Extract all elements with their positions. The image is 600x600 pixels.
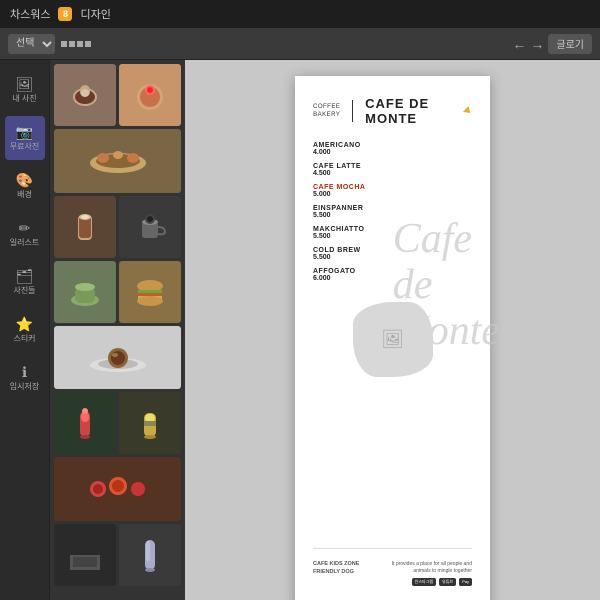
image-thumb-dark[interactable]	[54, 524, 116, 586]
sidebar-label-photos: 사진들	[13, 287, 35, 296]
photos-icon: 🗂	[16, 268, 34, 285]
image-thumb-drink-yellow[interactable]	[119, 392, 181, 454]
image-placeholder-icon: 🖼	[381, 329, 404, 350]
app-subtitle: 디자인	[80, 6, 110, 22]
menu-name-cafe-mocha: CAFE MOCHA	[313, 184, 472, 191]
image-thumb-saucer[interactable]	[54, 326, 181, 390]
image-thumb-drink-red[interactable]	[54, 392, 116, 454]
sidebar-item-temp-save[interactable]: ℹ 임시저장	[5, 356, 45, 400]
footer-instagram-badge: 인스타그램	[412, 578, 436, 586]
menu-name-cold-brew: COLD BREW	[313, 247, 472, 254]
sidebar-item-sticker[interactable]: ⭐ 스티커	[5, 308, 45, 352]
card-header: COFFEE BAKERY CAFE DE MONTE	[313, 96, 472, 126]
menu-name-einspanner: EINSPANNER	[313, 205, 472, 212]
menu-price-cold-brew: 5.500	[313, 254, 472, 261]
footer-friendly-dog: FRIENDLY DOG	[313, 569, 359, 575]
image-thumb-tea[interactable]	[54, 261, 116, 323]
footer-youtube-badge: 유튜브	[439, 578, 456, 586]
footer-icons: 인스타그램 유튜브 Pay	[382, 578, 472, 586]
sidebar: 🖼 내 사진 📷 무료사진 🎨 배경 ✏ 일러스트 🗂 사진들 ⭐ 스티커 ℹ …	[0, 60, 50, 600]
sidebar-label-sticker: 스티커	[13, 335, 35, 344]
illustration-icon: ✏	[19, 220, 31, 237]
grid-toggle[interactable]	[61, 41, 91, 47]
sticker-icon: ⭐	[16, 316, 33, 333]
main-layout: 🖼 내 사진 📷 무료사진 🎨 배경 ✏ 일러스트 🗂 사진들 ⭐ 스티커 ℹ …	[0, 60, 600, 600]
temp-save-icon: ℹ	[22, 364, 27, 381]
undo-button[interactable]: ←	[512, 36, 526, 52]
cafe-name: CAFE DE MONTE	[365, 96, 461, 126]
header-divider	[352, 100, 353, 122]
menu-name-makchiatto: MAKCHIATTO	[313, 226, 472, 233]
cafe-label-group: COFFEE BAKERY	[313, 103, 340, 120]
menu-section: AMERICANO 4.000 CAFE LATTE 4.500 CAFE MO…	[313, 142, 472, 282]
toolbar-right: ← → 글로기	[512, 34, 592, 54]
image-thumb-coffee[interactable]	[54, 64, 116, 126]
image-panel[interactable]	[50, 60, 185, 600]
sidebar-label-illustration: 일러스트	[10, 239, 39, 248]
menu-item-affogato: AFFOGATO 6.000	[313, 268, 472, 282]
free-photos-icon: 📷	[16, 124, 33, 141]
blob-shape: 🖼	[353, 302, 433, 377]
redo-button[interactable]: →	[530, 36, 544, 52]
menu-item-cafe-mocha: CAFE MOCHA 5.000	[313, 184, 472, 198]
menu-name-cafe-latte: CAFE LATTE	[313, 163, 472, 170]
app-title: 차스워스	[10, 6, 50, 22]
footer-left: CAFE KIDS ZONE FRIENDLY DOG	[313, 561, 359, 575]
canvas-area[interactable]: COFFEE BAKERY CAFE DE MONTE AMERICANO 4.…	[185, 60, 600, 600]
menu-item-einspanner: EINSPANNER 5.500	[313, 205, 472, 219]
image-thumb-burger[interactable]	[119, 261, 181, 323]
image-thumb-latte[interactable]	[54, 196, 116, 258]
sidebar-label-background: 배경	[17, 191, 32, 200]
menu-price-cafe-mocha: 5.000	[313, 191, 472, 198]
image-thumb-coffee-cup[interactable]	[119, 196, 181, 258]
menu-price-affogato: 6.000	[313, 275, 472, 282]
menu-price-einspanner: 5.500	[313, 212, 472, 219]
design-card: COFFEE BAKERY CAFE DE MONTE AMERICANO 4.…	[295, 76, 490, 600]
select-dropdown[interactable]: 선택	[8, 34, 55, 54]
image-grid	[54, 64, 181, 586]
sidebar-item-illustration[interactable]: ✏ 일러스트	[5, 212, 45, 256]
cafe-coffee-label: COFFEE	[313, 103, 340, 111]
menu-name-affogato: AFFOGATO	[313, 268, 472, 275]
cafe-bakery-label: BAKERY	[313, 111, 340, 119]
sidebar-item-free-photos[interactable]: 📷 무료사진	[5, 116, 45, 160]
toolbar: 선택 ← → 글로기	[0, 28, 600, 60]
menu-name-americano: AMERICANO	[313, 142, 472, 149]
background-icon: 🎨	[16, 172, 33, 189]
image-thumb-flowers[interactable]	[54, 457, 181, 521]
sidebar-item-photos[interactable]: 🗂 사진들	[5, 260, 45, 304]
cafe-name-wrapper: CAFE DE MONTE	[365, 96, 472, 126]
cursor-icon	[463, 106, 473, 116]
menu-price-americano: 4.000	[313, 149, 472, 156]
app-version-badge: 8	[58, 7, 72, 21]
image-thumb-glass[interactable]	[119, 524, 181, 586]
footer-description: It provides a place for all people and a…	[392, 561, 472, 574]
menu-item-americano: AMERICANO 4.000	[313, 142, 472, 156]
my-photos-icon: 🖼	[16, 76, 34, 93]
menu-price-makchiatto: 5.500	[313, 233, 472, 240]
menu-price-cafe-latte: 4.500	[313, 170, 472, 177]
menu-item-cold-brew: COLD BREW 5.500	[313, 247, 472, 261]
sidebar-label-my-photos: 내 사진	[12, 95, 36, 104]
footer-right: It provides a place for all people and a…	[382, 561, 472, 586]
card-footer: CAFE KIDS ZONE FRIENDLY DOG It provides …	[313, 548, 472, 586]
top-bar: 차스워스 8 디자인	[0, 0, 600, 28]
footer-pay-badge: Pay	[459, 578, 472, 586]
sidebar-label-free-photos: 무료사진	[10, 143, 39, 152]
menu-item-cafe-latte: CAFE LATTE 4.500	[313, 163, 472, 177]
footer-kids-zone: CAFE KIDS ZONE	[313, 561, 359, 567]
sidebar-label-temp-save: 임시저장	[10, 383, 39, 392]
sidebar-item-my-photos[interactable]: 🖼 내 사진	[5, 68, 45, 112]
sidebar-item-background[interactable]: 🎨 배경	[5, 164, 45, 208]
image-thumb-pastry[interactable]	[54, 129, 181, 193]
image-thumb-tart[interactable]	[119, 64, 181, 126]
menu-item-makchiatto: MAKCHIATTO 5.500	[313, 226, 472, 240]
zoom-label: 글로기	[548, 34, 592, 54]
